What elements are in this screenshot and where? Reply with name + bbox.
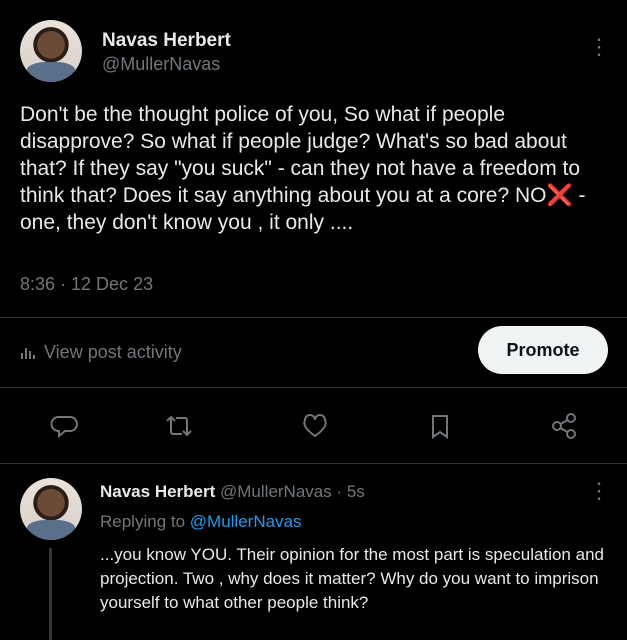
post-text-main: Don't be the thought police of you, So w… <box>20 103 581 207</box>
cross-mark-icon: ❌ <box>546 184 573 207</box>
promote-button[interactable]: Promote <box>478 326 608 374</box>
avatar[interactable] <box>20 20 82 82</box>
author-name[interactable]: Navas Herbert <box>102 30 231 52</box>
reply-header: Navas Herbert @MullerNavas · 5s <box>100 482 365 502</box>
reply-author-handle[interactable]: @MullerNavas <box>220 482 332 501</box>
view-post-activity-label: View post activity <box>44 341 182 362</box>
divider <box>0 387 627 388</box>
bookmark-icon[interactable] <box>427 412 453 440</box>
post-text: Don't be the thought police of you, So w… <box>20 101 615 236</box>
reply-text: ...you know YOU. Their opinion for the m… <box>100 545 604 612</box>
thread-line <box>49 548 52 640</box>
more-options-icon[interactable]: ⋮ <box>588 36 610 58</box>
replying-to-handle[interactable]: @MullerNavas <box>190 512 302 531</box>
divider <box>0 317 627 318</box>
analytics-icon <box>21 348 35 359</box>
reply-icon[interactable] <box>50 412 78 440</box>
post-timestamp[interactable]: 8:36 · 12 Dec 23 <box>20 274 153 295</box>
divider <box>0 463 627 464</box>
reply-avatar[interactable] <box>20 478 82 540</box>
repost-icon[interactable] <box>164 412 194 440</box>
reply-more-options-icon[interactable]: ⋮ <box>588 480 610 502</box>
reply-author-name[interactable]: Navas Herbert <box>100 482 215 501</box>
share-icon[interactable] <box>549 411 579 441</box>
replying-to: Replying to @MullerNavas <box>100 512 302 532</box>
replying-to-label: Replying to <box>100 512 190 531</box>
reply-time[interactable]: · 5s <box>336 482 364 501</box>
author-handle[interactable]: @MullerNavas <box>102 54 220 75</box>
view-post-activity[interactable]: View post activity <box>20 340 182 364</box>
like-icon[interactable] <box>300 412 330 440</box>
